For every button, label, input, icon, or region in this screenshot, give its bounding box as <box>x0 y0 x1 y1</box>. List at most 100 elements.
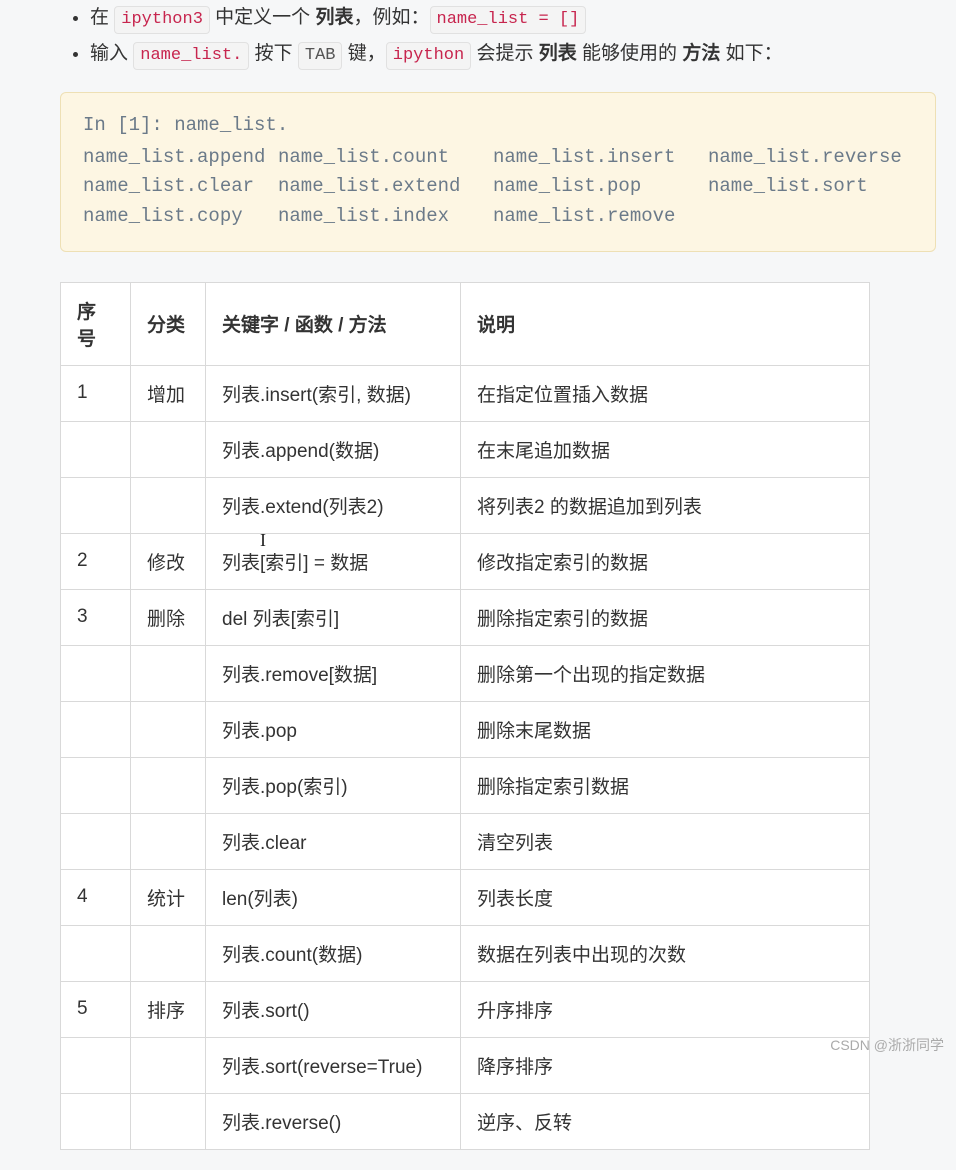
td-key: 列表.pop(索引) <box>206 757 461 813</box>
td-cat: 排序 <box>131 981 206 1037</box>
completion-item: name_list.insert <box>493 143 698 172</box>
td-cat <box>131 645 206 701</box>
td-desc: 删除指定索引数据 <box>461 757 870 813</box>
table-header-row: 序号 分类 关键字 / 函数 / 方法 说明 <box>61 282 870 365</box>
text: 输入 <box>90 43 133 64</box>
td-key: 列表.insert(索引, 数据) <box>206 365 461 421</box>
table-row: 3删除del 列表[索引]删除指定索引的数据 <box>61 589 870 645</box>
table-wrap: 序号 分类 关键字 / 函数 / 方法 说明 1增加列表.insert(索引, … <box>60 282 936 1150</box>
text: 键， <box>342 43 385 64</box>
td-cat: 修改 <box>131 533 206 589</box>
th-num: 序号 <box>61 282 131 365</box>
completion-item: name_list.extend <box>278 172 483 201</box>
td-key: 列表.clear <box>206 813 461 869</box>
code-chip-ipython3: ipython3 <box>114 6 210 34</box>
ipython-completion-grid: name_list.append name_list.count name_li… <box>83 143 913 231</box>
td-desc: 删除末尾数据 <box>461 701 870 757</box>
td-cat <box>131 701 206 757</box>
ipython-prompt-line: In [1]: name_list. <box>83 111 913 140</box>
td-desc: 在末尾追加数据 <box>461 421 870 477</box>
td-num: 3 <box>61 589 131 645</box>
code-chip-tab: TAB <box>298 42 343 70</box>
td-desc: 数据在列表中出现的次数 <box>461 925 870 981</box>
td-desc: 列表长度 <box>461 869 870 925</box>
text: 能够使用的 <box>577 43 683 64</box>
table-row: 列表.append(数据)在末尾追加数据 <box>61 421 870 477</box>
td-num <box>61 1037 131 1093</box>
td-cat <box>131 477 206 533</box>
completion-item <box>708 202 913 231</box>
th-desc: 说明 <box>461 282 870 365</box>
td-key: 列表.remove[数据] <box>206 645 461 701</box>
code-chip-namelist-empty: name_list = [] <box>430 6 587 34</box>
table-row: 列表.count(数据)数据在列表中出现的次数 <box>61 925 870 981</box>
table-row: 列表.sort(reverse=True)降序排序 <box>61 1037 870 1093</box>
td-cat <box>131 757 206 813</box>
td-cat: 删除 <box>131 589 206 645</box>
text: 如下： <box>720 43 782 64</box>
bullet-item-2: 输入 name_list. 按下 TAB 键，ipython 会提示 列表 能够… <box>90 36 936 72</box>
td-key: 列表.sort() <box>206 981 461 1037</box>
bullet-list: 在 ipython3 中定义一个 列表，例如：name_list = [] 输入… <box>60 0 936 72</box>
td-key: 列表.reverse() <box>206 1093 461 1149</box>
completion-item: name_list.clear <box>83 172 268 201</box>
completion-item: name_list.pop <box>493 172 698 201</box>
td-num <box>61 925 131 981</box>
td-cat <box>131 1093 206 1149</box>
bold-text: 列表 <box>315 7 353 28</box>
td-num <box>61 1093 131 1149</box>
table-row: 2修改列表[索引] = 数据修改指定索引的数据 <box>61 533 870 589</box>
text: 在 <box>90 7 114 28</box>
td-key: 列表[索引] = 数据 <box>206 533 461 589</box>
td-cat <box>131 813 206 869</box>
completion-item: name_list.count <box>278 143 483 172</box>
code-chip-namelist-dot: name_list. <box>133 42 249 70</box>
table-row: 列表.reverse()逆序、反转 <box>61 1093 870 1149</box>
table-row: 5排序列表.sort()升序排序 <box>61 981 870 1037</box>
table-row: 1增加列表.insert(索引, 数据)在指定位置插入数据 <box>61 365 870 421</box>
completion-item: name_list.append <box>83 143 268 172</box>
table-row: 列表.remove[数据]删除第一个出现的指定数据 <box>61 645 870 701</box>
text: 按下 <box>249 43 298 64</box>
th-key: 关键字 / 函数 / 方法 <box>206 282 461 365</box>
td-desc: 修改指定索引的数据 <box>461 533 870 589</box>
completion-item: name_list.index <box>278 202 483 231</box>
td-desc: 删除第一个出现的指定数据 <box>461 645 870 701</box>
watermark: CSDN @浙浙同学 <box>830 1035 944 1055</box>
td-cat <box>131 1037 206 1093</box>
td-desc: 降序排序 <box>461 1037 870 1093</box>
methods-table: 序号 分类 关键字 / 函数 / 方法 说明 1增加列表.insert(索引, … <box>60 282 870 1150</box>
bold-text: 方法 <box>682 43 720 64</box>
td-desc: 在指定位置插入数据 <box>461 365 870 421</box>
code-chip-ipython: ipython <box>386 42 471 70</box>
td-key: 列表.append(数据) <box>206 421 461 477</box>
bullet-item-1: 在 ipython3 中定义一个 列表，例如：name_list = [] <box>90 0 936 36</box>
td-cat <box>131 925 206 981</box>
td-desc: 删除指定索引的数据 <box>461 589 870 645</box>
table-row: 列表.extend(列表2)将列表2 的数据追加到列表 <box>61 477 870 533</box>
td-key: 列表.sort(reverse=True) <box>206 1037 461 1093</box>
table-row: 列表.clear清空列表 <box>61 813 870 869</box>
th-cat: 分类 <box>131 282 206 365</box>
page: 在 ipython3 中定义一个 列表，例如：name_list = [] 输入… <box>0 0 956 1170</box>
td-desc: 升序排序 <box>461 981 870 1037</box>
text: 中定义一个 <box>210 7 316 28</box>
td-desc: 逆序、反转 <box>461 1093 870 1149</box>
table-row: 列表.pop删除末尾数据 <box>61 701 870 757</box>
td-num <box>61 421 131 477</box>
ipython-output-box: In [1]: name_list. name_list.append name… <box>60 92 936 252</box>
td-num: 2 <box>61 533 131 589</box>
td-key: 列表.count(数据) <box>206 925 461 981</box>
td-num: 5 <box>61 981 131 1037</box>
td-cat: 增加 <box>131 365 206 421</box>
td-desc: 将列表2 的数据追加到列表 <box>461 477 870 533</box>
td-num <box>61 813 131 869</box>
text: 会提示 <box>471 43 539 64</box>
td-key: 列表.pop <box>206 701 461 757</box>
completion-item: name_list.sort <box>708 172 913 201</box>
text: ，例如： <box>353 7 429 28</box>
completion-item: name_list.reverse <box>708 143 913 172</box>
td-num: 1 <box>61 365 131 421</box>
td-num: 4 <box>61 869 131 925</box>
completion-item: name_list.remove <box>493 202 698 231</box>
